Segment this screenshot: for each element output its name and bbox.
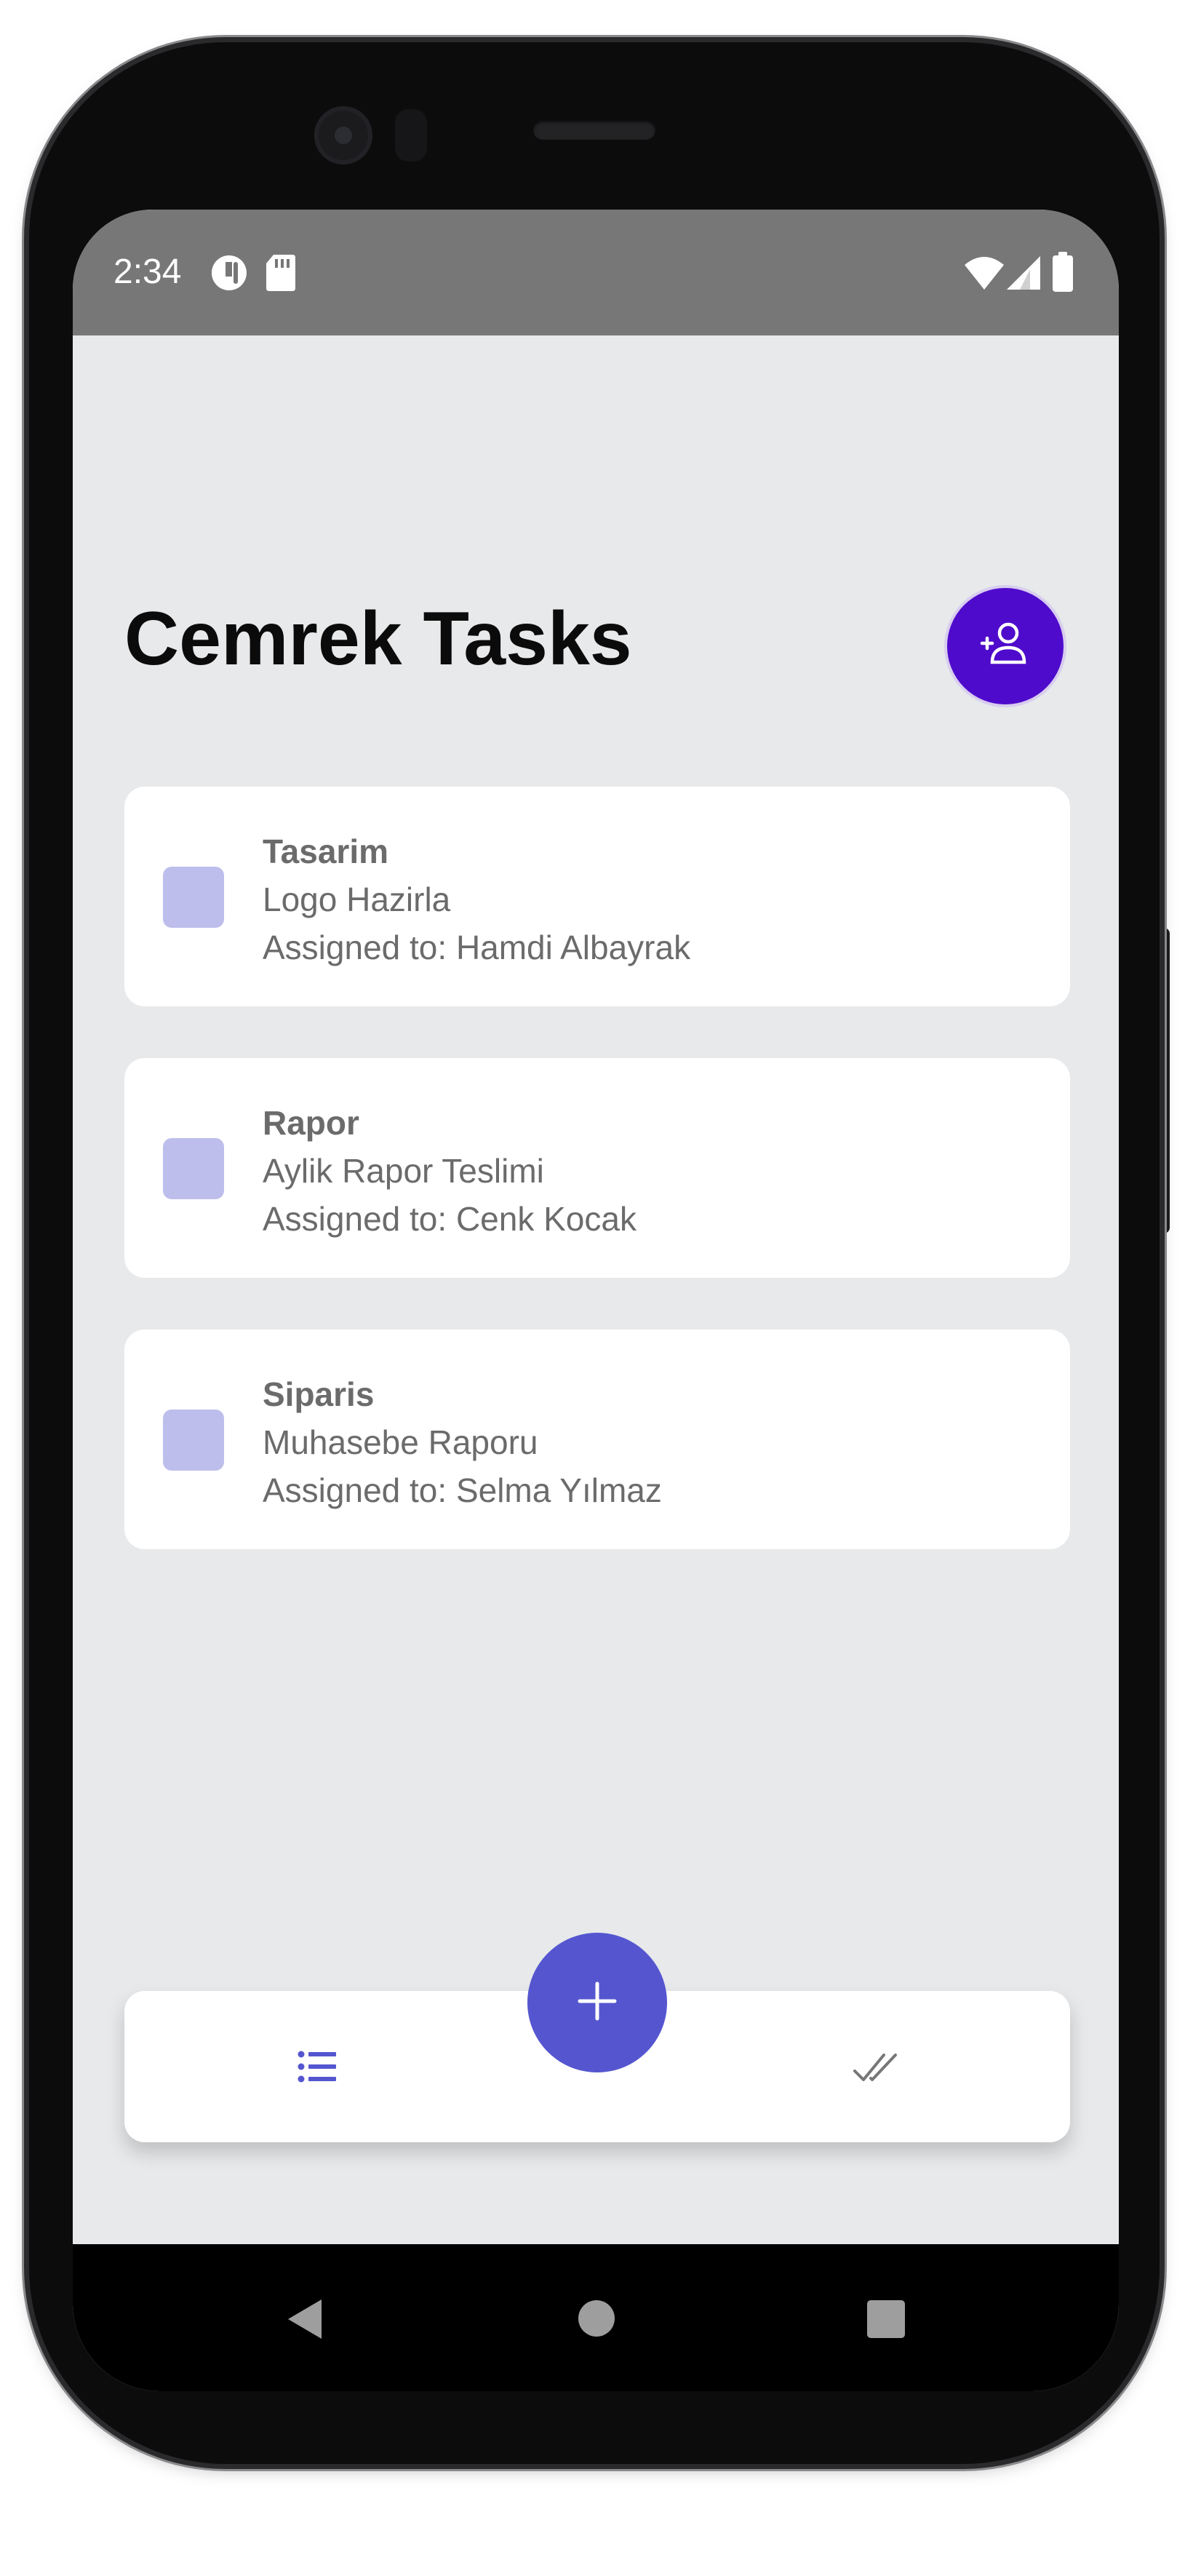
battery-icon <box>1052 252 1074 296</box>
task-checkbox[interactable] <box>163 1410 224 1471</box>
earpiece-speaker <box>533 121 655 140</box>
list-icon <box>292 2051 342 2094</box>
task-name: Logo Hazirla <box>263 880 451 918</box>
task-card[interactable]: Siparis Muhasebe Raporu Assigned to: Sel… <box>124 1329 1070 1549</box>
add-user-button[interactable] <box>944 585 1066 707</box>
data-saver-icon <box>210 253 249 296</box>
done-all-icon <box>852 2054 901 2094</box>
task-category: Siparis <box>263 1375 375 1413</box>
status-bar: 2:34 <box>73 210 1119 335</box>
task-category: Tasarim <box>263 832 389 870</box>
home-icon[interactable] <box>578 2299 615 2341</box>
task-card[interactable]: Tasarim Logo Hazirla Assigned to: Hamdi … <box>124 787 1070 1006</box>
plus-icon <box>575 1979 619 2027</box>
recents-icon[interactable] <box>866 2299 906 2342</box>
task-checkbox[interactable] <box>163 1138 224 1199</box>
task-checkbox[interactable] <box>163 867 224 928</box>
status-time: 2:34 <box>113 253 182 291</box>
nav-completed[interactable] <box>852 2042 901 2091</box>
system-navigation-bar <box>73 2244 1119 2391</box>
front-camera <box>314 106 372 164</box>
device-frame: 2:34 Cemrek Tasks Tasarim Logo Hazirla A… <box>0 0 1193 2576</box>
power-button <box>1160 928 1170 1233</box>
add-task-button[interactable] <box>527 1933 667 2072</box>
task-assignee: Assigned to: Selma Yılmaz <box>263 1471 662 1509</box>
back-icon[interactable] <box>285 2298 326 2344</box>
task-text: Rapor Aylik Rapor Teslimi Assigned to: C… <box>263 1099 637 1243</box>
proximity-sensor <box>395 109 427 162</box>
cell-signal-icon <box>1005 255 1042 295</box>
nav-tasks-list[interactable] <box>292 2042 342 2091</box>
task-assignee: Assigned to: Cenk Kocak <box>263 1200 637 1238</box>
task-name: Muhasebe Raporu <box>263 1423 538 1461</box>
task-card[interactable]: Rapor Aylik Rapor Teslimi Assigned to: C… <box>124 1058 1070 1278</box>
task-category: Rapor <box>263 1104 359 1142</box>
sd-card-icon <box>265 253 297 296</box>
task-name: Aylik Rapor Teslimi <box>263 1152 544 1190</box>
volume-button <box>1160 629 1167 775</box>
phone-screen: 2:34 Cemrek Tasks Tasarim Logo Hazirla A… <box>73 210 1119 2391</box>
task-text: Siparis Muhasebe Raporu Assigned to: Sel… <box>263 1370 662 1514</box>
task-text: Tasarim Logo Hazirla Assigned to: Hamdi … <box>263 827 690 971</box>
task-assignee: Assigned to: Hamdi Albayrak <box>263 929 691 966</box>
wifi-icon <box>963 255 1005 295</box>
person-add-icon <box>978 617 1033 676</box>
page-title: Cemrek Tasks <box>124 597 632 681</box>
